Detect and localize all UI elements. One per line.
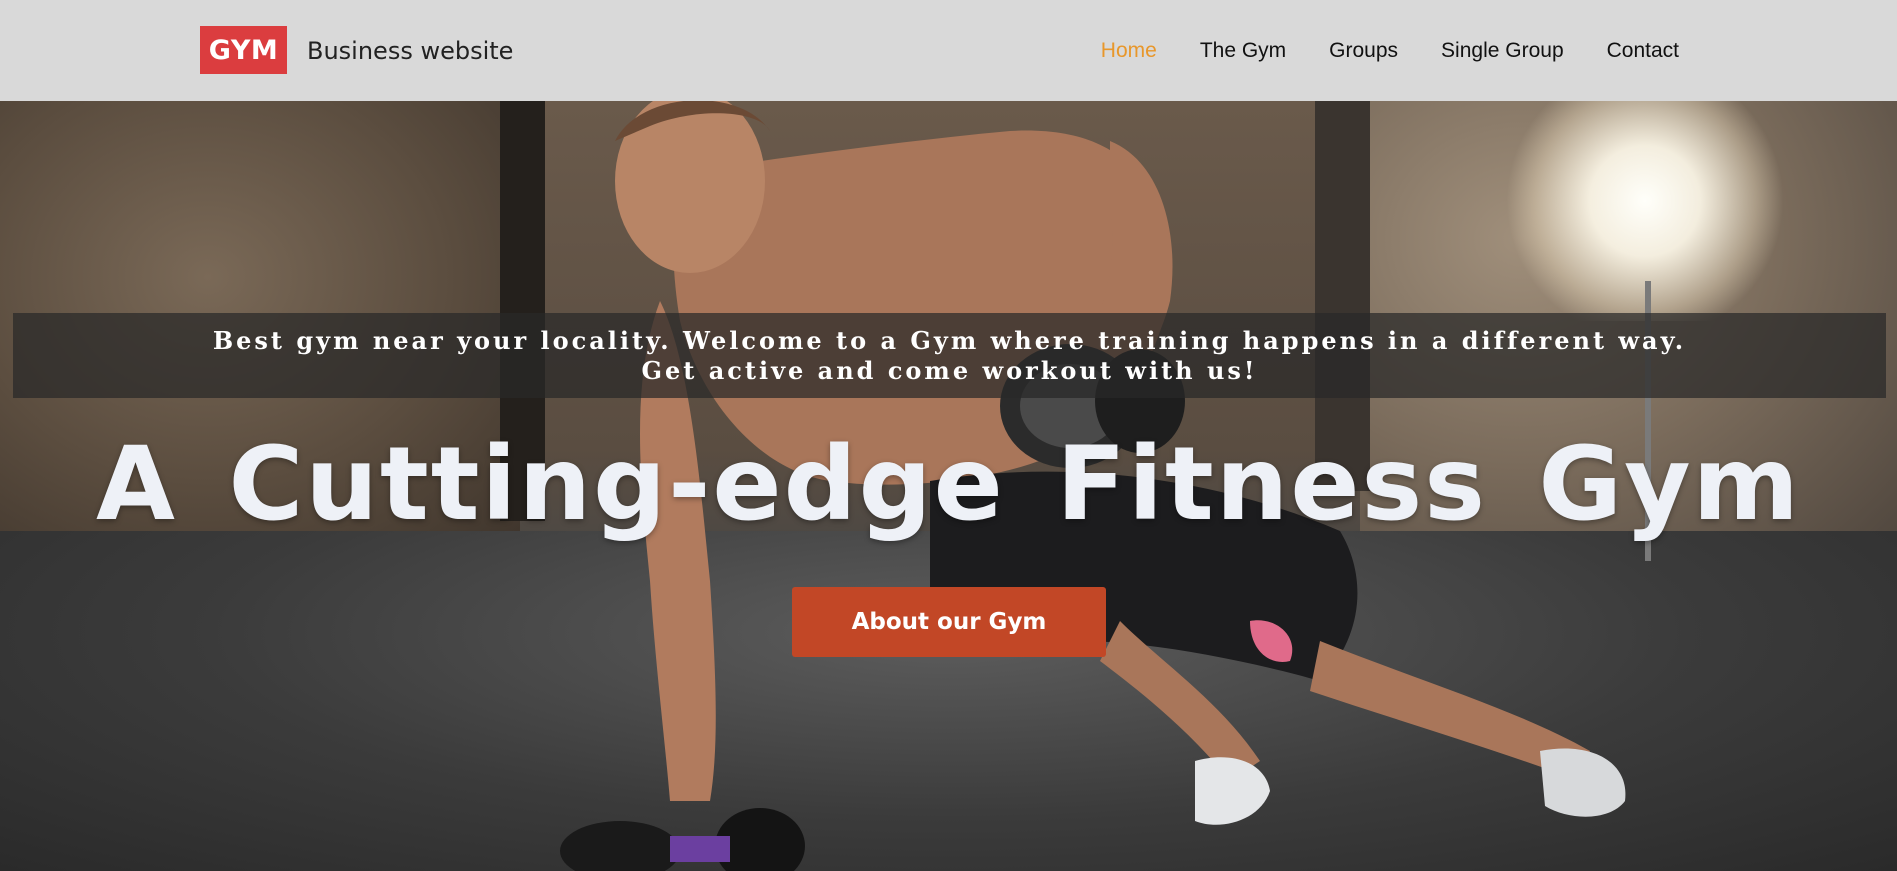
nav-link-groups[interactable]: Groups — [1329, 39, 1398, 63]
hero-section: Best gym near your locality. Welcome to … — [0, 101, 1897, 871]
tagline-text-line-1: Best gym near your locality. Welcome to … — [212, 325, 1687, 355]
nav-link-single-group[interactable]: Single Group — [1441, 39, 1564, 63]
tagline-text-line-2: Get active and come workout with us! — [641, 355, 1258, 385]
main-nav: Home The Gym Groups Single Group Contact — [1101, 36, 1679, 66]
site-header: GYM Business website Home The Gym Groups… — [0, 0, 1897, 101]
nav-link-the-gym[interactable]: The Gym — [1200, 39, 1286, 63]
about-gym-button[interactable]: About our Gym — [792, 587, 1106, 657]
nav-link-home[interactable]: Home — [1101, 39, 1157, 63]
nav-link-contact[interactable]: Contact — [1607, 39, 1679, 63]
gym-logo-badge[interactable]: GYM — [200, 26, 287, 74]
site-name[interactable]: Business website — [307, 33, 513, 69]
hero-title: A Cutting-edge Fitness Gym — [96, 425, 1801, 544]
tagline-band: Best gym near your locality. Welcome to … — [13, 313, 1886, 398]
